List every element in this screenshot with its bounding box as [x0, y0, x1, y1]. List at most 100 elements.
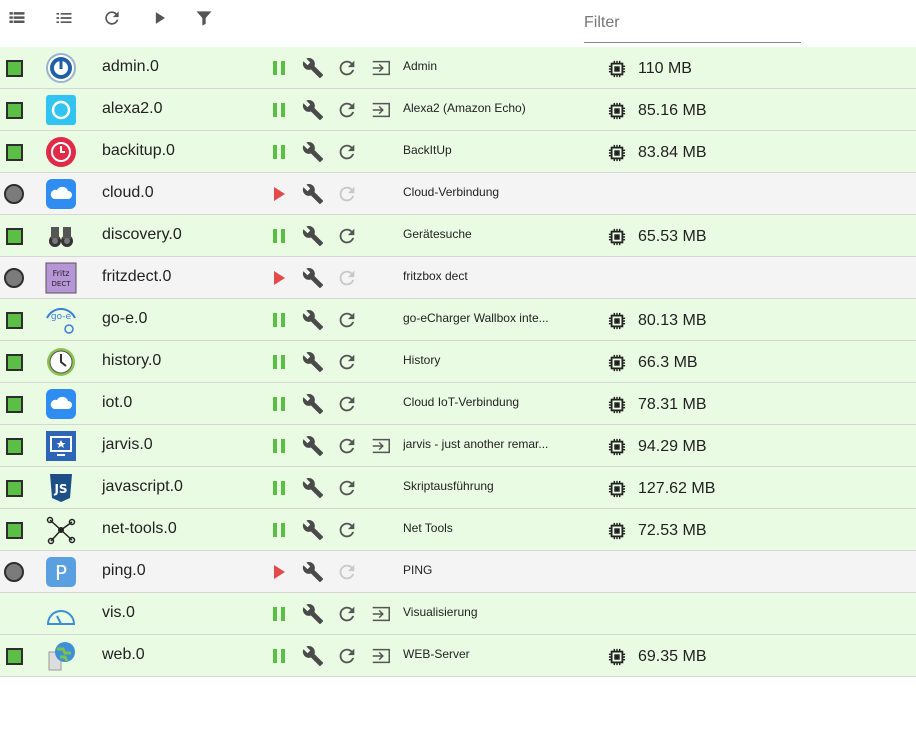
pause-button[interactable] — [268, 435, 290, 457]
restart-icon[interactable] — [336, 645, 358, 667]
instance-name: net-tools.0 — [102, 520, 177, 537]
pause-button[interactable] — [268, 225, 290, 247]
start-button[interactable] — [268, 561, 290, 583]
instance-row[interactable]: web.0 WEB-Server 69.35 MB — [0, 635, 916, 677]
start-button[interactable] — [268, 183, 290, 205]
view-list-icon[interactable] — [5, 6, 29, 30]
filter-icon[interactable] — [192, 6, 216, 30]
pause-button[interactable] — [268, 603, 290, 625]
status-indicator — [6, 522, 23, 539]
open-link-icon[interactable] — [369, 435, 393, 457]
pause-button[interactable] — [268, 309, 290, 331]
status-indicator — [6, 60, 23, 77]
toolbar — [0, 0, 916, 46]
settings-wrench-icon[interactable] — [302, 309, 324, 331]
open-link-icon[interactable] — [369, 57, 393, 79]
ping-adapter-icon: P — [45, 556, 77, 588]
filter-input[interactable] — [584, 8, 801, 38]
instance-title: Net Tools — [403, 521, 453, 535]
memory-usage: 66.3 MB — [638, 354, 698, 371]
status-indicator — [6, 480, 23, 497]
instance-row[interactable]: go-e go-e.0 go-eCharger Wallbox inte... 80.… — [0, 299, 916, 341]
restart-icon[interactable] — [336, 57, 358, 79]
svg-text:JS: JS — [53, 482, 67, 496]
web-adapter-icon — [45, 640, 77, 672]
memory-usage: 69.35 MB — [638, 648, 707, 665]
settings-wrench-icon[interactable] — [302, 561, 324, 583]
js-adapter-icon: JS — [45, 472, 77, 504]
restart-icon[interactable] — [336, 141, 358, 163]
svg-text:P: P — [55, 561, 67, 585]
instance-row[interactable]: history.0 History 66.3 MB — [0, 341, 916, 383]
instance-title: Cloud IoT-Verbindung — [403, 395, 520, 409]
instance-name: javascript.0 — [102, 478, 183, 495]
start-button[interactable] — [268, 267, 290, 289]
open-link-icon[interactable] — [369, 603, 393, 625]
instance-name: fritzdect.0 — [102, 268, 172, 285]
settings-wrench-icon[interactable] — [302, 519, 324, 541]
settings-wrench-icon[interactable] — [302, 141, 324, 163]
instance-row[interactable]: JS javascript.0 Skriptausführung 127.62 MB — [0, 467, 916, 509]
memory-usage: 127.62 MB — [638, 480, 716, 497]
admin-adapter-icon — [45, 52, 77, 84]
restart-icon[interactable] — [336, 393, 358, 415]
pause-button[interactable] — [268, 519, 290, 541]
settings-wrench-icon[interactable] — [302, 99, 324, 121]
pause-button[interactable] — [268, 393, 290, 415]
pause-button[interactable] — [268, 57, 290, 79]
instance-row[interactable]: discovery.0 Gerätesuche 65.53 MB — [0, 215, 916, 257]
restart-icon[interactable] — [336, 435, 358, 457]
instance-row[interactable]: admin.0 Admin 110 MB — [0, 47, 916, 89]
instance-row[interactable]: alexa2.0 Alexa2 (Amazon Echo) 85.16 MB — [0, 89, 916, 131]
instance-title: Admin — [403, 59, 438, 73]
settings-wrench-icon[interactable] — [302, 225, 324, 247]
restart-icon — [336, 183, 358, 205]
pause-button[interactable] — [268, 141, 290, 163]
instance-row[interactable]: iot.0 Cloud IoT-Verbindung 78.31 MB — [0, 383, 916, 425]
refresh-icon[interactable] — [100, 6, 124, 30]
filter-field[interactable] — [584, 8, 801, 43]
settings-wrench-icon[interactable] — [302, 393, 324, 415]
memory-usage: 83.84 MB — [638, 144, 707, 161]
pause-button[interactable] — [268, 477, 290, 499]
restart-icon[interactable] — [336, 477, 358, 499]
instance-name: history.0 — [102, 352, 162, 369]
settings-wrench-icon[interactable] — [302, 435, 324, 457]
restart-icon[interactable] — [336, 309, 358, 331]
list-icon[interactable] — [52, 6, 76, 30]
settings-wrench-icon[interactable] — [302, 57, 324, 79]
instance-row[interactable]: vis.0 Visualisierung — [0, 593, 916, 635]
settings-wrench-icon[interactable] — [302, 477, 324, 499]
instance-row[interactable]: Fritz DECT fritzdect.0 fritzbox dect — [0, 257, 916, 299]
settings-wrench-icon[interactable] — [302, 603, 324, 625]
restart-icon[interactable] — [336, 519, 358, 541]
instance-title: Cloud-Verbindung — [403, 185, 500, 199]
instance-row[interactable]: backitup.0 BackItUp 83.84 MB — [0, 131, 916, 173]
pause-button[interactable] — [268, 351, 290, 373]
restart-icon[interactable] — [336, 99, 358, 121]
memory-usage: 65.53 MB — [638, 228, 707, 245]
settings-wrench-icon[interactable] — [302, 645, 324, 667]
backitup-adapter-icon — [45, 136, 77, 168]
open-link-icon[interactable] — [369, 645, 393, 667]
restart-icon[interactable] — [336, 225, 358, 247]
pause-button[interactable] — [268, 99, 290, 121]
svg-text:go-e: go-e — [51, 312, 72, 322]
play-icon[interactable] — [148, 6, 172, 30]
pause-button[interactable] — [268, 645, 290, 667]
restart-icon[interactable] — [336, 351, 358, 373]
instance-name: iot.0 — [102, 394, 133, 411]
instance-row[interactable]: net-tools.0 Net Tools 72.53 MB — [0, 509, 916, 551]
restart-icon[interactable] — [336, 603, 358, 625]
settings-wrench-icon[interactable] — [302, 183, 324, 205]
cloud-adapter-icon — [45, 388, 77, 420]
settings-wrench-icon[interactable] — [302, 351, 324, 373]
instance-row[interactable]: jarvis.0 jarvis - just another remar... 94… — [0, 425, 916, 467]
memory-chip-icon — [608, 228, 626, 246]
instance-row[interactable]: cloud.0 Cloud-Verbindung — [0, 173, 916, 215]
settings-wrench-icon[interactable] — [302, 267, 324, 289]
goe-adapter-icon: go-e — [45, 304, 77, 336]
instance-row[interactable]: Pping.0 PING — [0, 551, 916, 593]
open-link-icon[interactable] — [369, 99, 393, 121]
instance-name: discovery.0 — [102, 226, 182, 243]
